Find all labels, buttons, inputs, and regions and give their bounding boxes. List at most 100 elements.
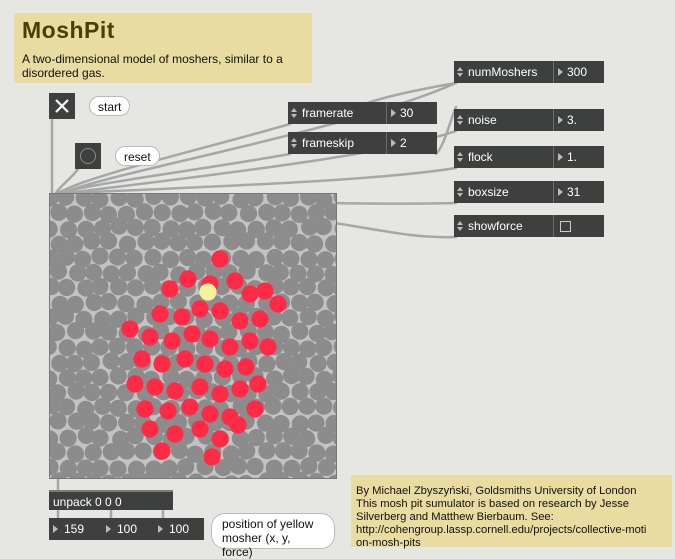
updown-arrows-icon: [454, 146, 466, 168]
passive-mosher: [67, 412, 86, 430]
passive-mosher: [145, 194, 163, 205]
passive-mosher: [91, 368, 109, 386]
attr-noise[interactable]: noise 3.: [454, 109, 604, 131]
active-mosher: [163, 332, 181, 350]
reset-bang[interactable]: [75, 143, 101, 169]
attr-showforce-value[interactable]: [553, 215, 604, 237]
active-mosher: [241, 332, 259, 350]
attr-noise-label: noise: [468, 113, 497, 127]
updown-arrows-icon: [454, 181, 466, 203]
passive-mosher: [334, 254, 336, 265]
bang-circle-icon: [80, 148, 96, 164]
passive-mosher: [256, 232, 275, 250]
updown-arrows-icon: [288, 132, 300, 154]
tracked-mosher: [199, 283, 217, 301]
passive-mosher: [153, 204, 171, 222]
active-mosher: [141, 328, 159, 346]
unpack-object[interactable]: unpack 0 0 0: [49, 490, 173, 510]
attr-boxsize-value[interactable]: 31: [553, 181, 604, 203]
start-toggle[interactable]: [49, 93, 75, 119]
attr-frameskip-label: frameskip: [302, 136, 355, 150]
active-mosher: [269, 295, 287, 313]
active-mosher: [251, 310, 269, 328]
attr-frameskip-value[interactable]: 2: [386, 132, 437, 154]
active-mosher: [256, 282, 274, 300]
active-mosher: [226, 272, 244, 290]
passive-mosher: [102, 352, 120, 370]
active-mosher: [151, 305, 169, 323]
passive-mosher: [137, 232, 155, 251]
passive-mosher: [100, 414, 118, 432]
active-mosher: [211, 430, 229, 448]
passive-mosher: [153, 232, 171, 250]
mosher-display[interactable]: [49, 193, 337, 479]
active-mosher: [196, 355, 214, 373]
attr-boxsize-label: boxsize: [468, 185, 509, 199]
passive-mosher: [315, 397, 333, 415]
flock-value-text: 1.: [567, 150, 578, 164]
attr-boxsize[interactable]: boxsize 31: [454, 181, 604, 203]
boxsize-value-text: 31: [567, 185, 581, 199]
passive-mosher: [109, 367, 127, 385]
passive-mosher: [58, 278, 76, 297]
passive-mosher: [300, 457, 318, 475]
passive-mosher: [332, 400, 336, 415]
passive-mosher: [83, 203, 101, 221]
number-y[interactable]: 100: [102, 518, 154, 540]
passive-mosher: [110, 194, 128, 207]
passive-mosher: [315, 339, 333, 357]
passive-mosher: [50, 203, 68, 221]
passive-mosher: [134, 442, 152, 460]
passive-mosher: [50, 324, 66, 342]
passive-mosher: [118, 353, 136, 371]
number-force-value: 100: [169, 522, 190, 536]
passive-mosher: [91, 277, 109, 295]
passive-mosher: [237, 232, 256, 250]
passive-mosher: [143, 277, 162, 295]
frameskip-value-text: 2: [400, 136, 407, 150]
passive-mosher: [207, 475, 220, 478]
passive-mosher: [318, 458, 336, 476]
active-mosher: [201, 405, 219, 423]
attr-showforce-label: showforce: [468, 219, 523, 233]
patch-title: MoshPit: [22, 17, 115, 43]
attr-frameskip[interactable]: frameskip 2: [288, 132, 437, 154]
active-mosher: [211, 250, 229, 268]
number-y-value: 100: [117, 522, 138, 536]
passive-mosher: [272, 382, 290, 400]
passive-mosher: [110, 278, 128, 296]
noise-value-text: 3.: [567, 113, 578, 127]
active-mosher: [216, 360, 234, 378]
attr-nummoshers[interactable]: numMoshers 300: [454, 61, 604, 83]
passive-mosher: [203, 233, 221, 251]
number-x[interactable]: 159: [49, 518, 103, 540]
active-mosher: [121, 320, 139, 338]
attr-noise-value[interactable]: 3.: [553, 109, 604, 131]
passive-mosher: [325, 235, 336, 253]
active-mosher: [191, 300, 209, 318]
active-mosher: [229, 416, 247, 434]
passive-mosher: [161, 194, 179, 206]
passive-mosher: [65, 205, 83, 223]
active-mosher: [136, 400, 154, 418]
attr-flock-value[interactable]: 1.: [553, 146, 604, 168]
passive-mosher: [297, 367, 315, 385]
attr-showforce[interactable]: showforce: [454, 215, 604, 237]
showforce-checkbox[interactable]: [560, 220, 571, 232]
passive-mosher: [314, 217, 332, 236]
passive-mosher: [50, 443, 66, 461]
active-mosher: [176, 350, 194, 368]
passive-mosher: [51, 354, 69, 372]
attr-flock-label: flock: [468, 150, 493, 164]
passive-mosher: [185, 233, 204, 251]
passive-mosher: [281, 397, 299, 416]
attr-framerate-value[interactable]: 30: [386, 102, 437, 124]
attr-flock[interactable]: flock 1.: [454, 146, 604, 168]
passive-mosher: [126, 218, 144, 236]
active-mosher: [181, 398, 199, 416]
attr-nummoshers-value[interactable]: 300: [553, 61, 604, 83]
attr-framerate[interactable]: framerate 30: [288, 102, 437, 124]
passive-mosher: [274, 442, 293, 460]
passive-mosher: [258, 442, 276, 460]
number-force[interactable]: 100: [154, 518, 204, 540]
